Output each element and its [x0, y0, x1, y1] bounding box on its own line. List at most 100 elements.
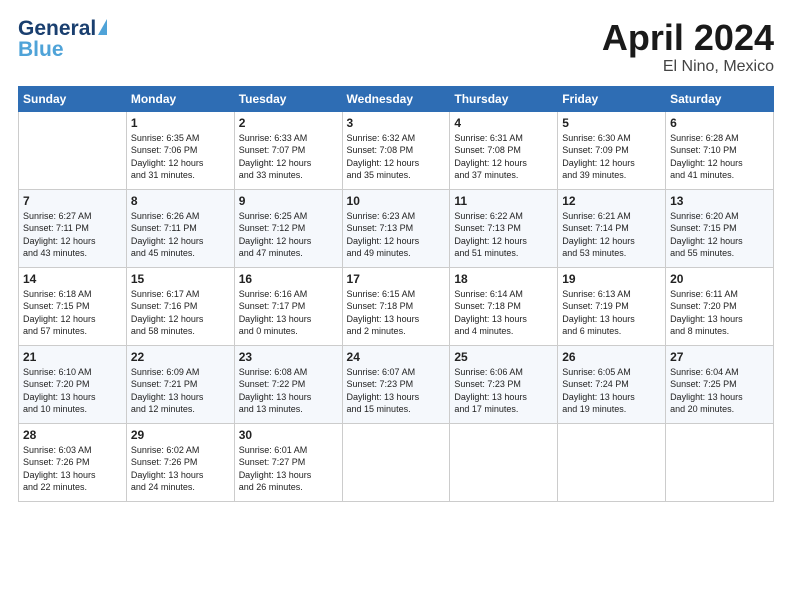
day-cell: 11 Sunrise: 6:22 AM Sunset: 7:13 PM Dayli… — [450, 189, 558, 267]
location: El Nino, Mexico — [602, 58, 774, 76]
day-number: 17 — [347, 272, 446, 286]
day-info: Sunrise: 6:01 AM Sunset: 7:27 PM Dayligh… — [239, 444, 338, 494]
day-info: Sunrise: 6:23 AM Sunset: 7:13 PM Dayligh… — [347, 210, 446, 260]
day-info: Sunrise: 6:15 AM Sunset: 7:18 PM Dayligh… — [347, 288, 446, 338]
col-monday: Monday — [126, 86, 234, 111]
day-info: Sunrise: 6:30 AM Sunset: 7:09 PM Dayligh… — [562, 132, 661, 182]
day-number: 12 — [562, 194, 661, 208]
day-number: 14 — [23, 272, 122, 286]
logo-blue-text: Blue — [18, 39, 64, 60]
day-cell: 14 Sunrise: 6:18 AM Sunset: 7:15 PM Dayli… — [19, 267, 127, 345]
day-cell: 2Sunrise: 6:33 AM Sunset: 7:07 PM Daylig… — [234, 111, 342, 189]
day-number: 5 — [562, 116, 661, 130]
day-number: 3 — [347, 116, 446, 130]
day-number: 8 — [131, 194, 230, 208]
day-number: 1 — [131, 116, 230, 130]
day-number: 24 — [347, 350, 446, 364]
page: General Blue April 2024 El Nino, Mexico … — [0, 0, 792, 612]
calendar-header: Sunday Monday Tuesday Wednesday Thursday… — [19, 86, 774, 111]
day-cell: 7 Sunrise: 6:27 AM Sunset: 7:11 PM Daylig… — [19, 189, 127, 267]
day-number: 9 — [239, 194, 338, 208]
day-number: 11 — [454, 194, 553, 208]
day-number: 23 — [239, 350, 338, 364]
day-number: 18 — [454, 272, 553, 286]
day-number: 13 — [670, 194, 769, 208]
day-cell: 19Sunrise: 6:13 AM Sunset: 7:19 PM Dayli… — [558, 267, 666, 345]
day-cell: 20Sunrise: 6:11 AM Sunset: 7:20 PM Dayli… — [666, 267, 774, 345]
day-info: Sunrise: 6:04 AM Sunset: 7:25 PM Dayligh… — [670, 366, 769, 416]
day-number: 26 — [562, 350, 661, 364]
day-cell: 26Sunrise: 6:05 AM Sunset: 7:24 PM Dayli… — [558, 345, 666, 423]
day-info: Sunrise: 6:28 AM Sunset: 7:10 PM Dayligh… — [670, 132, 769, 182]
day-cell: 22Sunrise: 6:09 AM Sunset: 7:21 PM Dayli… — [126, 345, 234, 423]
col-friday: Friday — [558, 86, 666, 111]
day-cell: 30 Sunrise: 6:01 AM Sunset: 7:27 PM Dayli… — [234, 423, 342, 501]
day-number: 7 — [23, 194, 122, 208]
logo-arrow-icon — [98, 19, 107, 35]
logo-general-text: General — [18, 18, 96, 39]
logo-row2: Blue — [18, 39, 107, 60]
day-number: 10 — [347, 194, 446, 208]
day-cell: 25 Sunrise: 6:06 AM Sunset: 7:23 PM Dayli… — [450, 345, 558, 423]
header-row: Sunday Monday Tuesday Wednesday Thursday… — [19, 86, 774, 111]
day-number: 15 — [131, 272, 230, 286]
day-cell: 9 Sunrise: 6:25 AM Sunset: 7:12 PM Daylig… — [234, 189, 342, 267]
col-thursday: Thursday — [450, 86, 558, 111]
day-info: Sunrise: 6:32 AM Sunset: 7:08 PM Dayligh… — [347, 132, 446, 182]
day-info: Sunrise: 6:14 AM Sunset: 7:18 PM Dayligh… — [454, 288, 553, 338]
day-info: Sunrise: 6:03 AM Sunset: 7:26 PM Dayligh… — [23, 444, 122, 494]
day-cell: 21 Sunrise: 6:10 AM Sunset: 7:20 PM Dayli… — [19, 345, 127, 423]
day-number: 27 — [670, 350, 769, 364]
day-cell: 5 Sunrise: 6:30 AM Sunset: 7:09 PM Daylig… — [558, 111, 666, 189]
day-cell: 10 Sunrise: 6:23 AM Sunset: 7:13 PM Dayli… — [342, 189, 450, 267]
week-row-4: 28 Sunrise: 6:03 AM Sunset: 7:26 PM Dayli… — [19, 423, 774, 501]
week-row-3: 21 Sunrise: 6:10 AM Sunset: 7:20 PM Dayli… — [19, 345, 774, 423]
week-row-0: 1Sunrise: 6:35 AM Sunset: 7:06 PM Daylig… — [19, 111, 774, 189]
day-info: Sunrise: 6:09 AM Sunset: 7:21 PM Dayligh… — [131, 366, 230, 416]
day-info: Sunrise: 6:31 AM Sunset: 7:08 PM Dayligh… — [454, 132, 553, 182]
day-info: Sunrise: 6:33 AM Sunset: 7:07 PM Dayligh… — [239, 132, 338, 182]
day-cell: 3 Sunrise: 6:32 AM Sunset: 7:08 PM Daylig… — [342, 111, 450, 189]
day-info: Sunrise: 6:10 AM Sunset: 7:20 PM Dayligh… — [23, 366, 122, 416]
day-cell — [19, 111, 127, 189]
day-cell: 1Sunrise: 6:35 AM Sunset: 7:06 PM Daylig… — [126, 111, 234, 189]
day-number: 21 — [23, 350, 122, 364]
day-info: Sunrise: 6:07 AM Sunset: 7:23 PM Dayligh… — [347, 366, 446, 416]
col-tuesday: Tuesday — [234, 86, 342, 111]
day-cell: 15 Sunrise: 6:17 AM Sunset: 7:16 PM Dayli… — [126, 267, 234, 345]
day-info: Sunrise: 6:08 AM Sunset: 7:22 PM Dayligh… — [239, 366, 338, 416]
day-number: 6 — [670, 116, 769, 130]
week-row-2: 14 Sunrise: 6:18 AM Sunset: 7:15 PM Dayli… — [19, 267, 774, 345]
calendar-body: 1Sunrise: 6:35 AM Sunset: 7:06 PM Daylig… — [19, 111, 774, 501]
day-cell: 18 Sunrise: 6:14 AM Sunset: 7:18 PM Dayli… — [450, 267, 558, 345]
logo-stack: General Blue — [18, 18, 107, 60]
day-info: Sunrise: 6:02 AM Sunset: 7:26 PM Dayligh… — [131, 444, 230, 494]
day-info: Sunrise: 6:25 AM Sunset: 7:12 PM Dayligh… — [239, 210, 338, 260]
day-info: Sunrise: 6:13 AM Sunset: 7:19 PM Dayligh… — [562, 288, 661, 338]
day-cell: 24 Sunrise: 6:07 AM Sunset: 7:23 PM Dayli… — [342, 345, 450, 423]
header: General Blue April 2024 El Nino, Mexico — [18, 18, 774, 76]
day-cell: 17 Sunrise: 6:15 AM Sunset: 7:18 PM Dayli… — [342, 267, 450, 345]
day-cell — [558, 423, 666, 501]
day-number: 20 — [670, 272, 769, 286]
day-info: Sunrise: 6:26 AM Sunset: 7:11 PM Dayligh… — [131, 210, 230, 260]
day-cell: 16Sunrise: 6:16 AM Sunset: 7:17 PM Dayli… — [234, 267, 342, 345]
week-row-1: 7 Sunrise: 6:27 AM Sunset: 7:11 PM Daylig… — [19, 189, 774, 267]
day-cell — [666, 423, 774, 501]
day-number: 30 — [239, 428, 338, 442]
day-cell — [450, 423, 558, 501]
day-number: 29 — [131, 428, 230, 442]
title-block: April 2024 El Nino, Mexico — [602, 18, 774, 76]
day-number: 4 — [454, 116, 553, 130]
day-info: Sunrise: 6:06 AM Sunset: 7:23 PM Dayligh… — [454, 366, 553, 416]
day-info: Sunrise: 6:17 AM Sunset: 7:16 PM Dayligh… — [131, 288, 230, 338]
day-cell: 28 Sunrise: 6:03 AM Sunset: 7:26 PM Dayli… — [19, 423, 127, 501]
day-number: 25 — [454, 350, 553, 364]
day-number: 28 — [23, 428, 122, 442]
calendar-table: Sunday Monday Tuesday Wednesday Thursday… — [18, 86, 774, 502]
day-info: Sunrise: 6:27 AM Sunset: 7:11 PM Dayligh… — [23, 210, 122, 260]
day-info: Sunrise: 6:18 AM Sunset: 7:15 PM Dayligh… — [23, 288, 122, 338]
day-info: Sunrise: 6:16 AM Sunset: 7:17 PM Dayligh… — [239, 288, 338, 338]
day-cell: 12Sunrise: 6:21 AM Sunset: 7:14 PM Dayli… — [558, 189, 666, 267]
day-info: Sunrise: 6:22 AM Sunset: 7:13 PM Dayligh… — [454, 210, 553, 260]
